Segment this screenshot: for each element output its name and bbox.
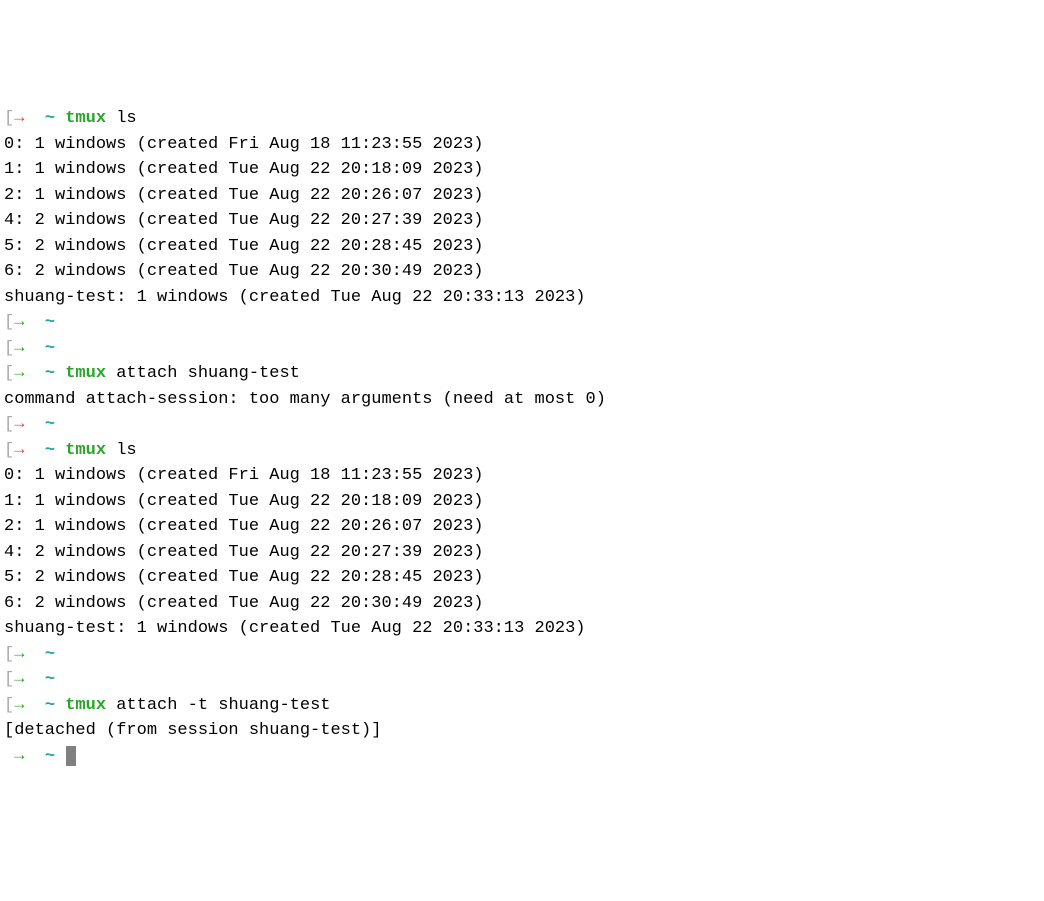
output-line: 6: 2 windows (created Tue Aug 22 20:30:4…: [0, 259, 1044, 285]
prompt-arrow-icon: →: [14, 670, 24, 689]
prompt-bracket: [: [4, 313, 14, 332]
command-name: tmux: [65, 441, 106, 460]
prompt-line: [→ ~ tmux attach -t shuang-test: [0, 693, 1044, 719]
prompt-dir: ~: [45, 415, 55, 434]
output-line: 0: 1 windows (created Fri Aug 18 11:23:5…: [0, 463, 1044, 489]
prompt-line[interactable]: → ~: [0, 744, 1044, 770]
prompt-arrow-icon: →: [14, 441, 24, 460]
prompt-dir: ~: [45, 645, 55, 664]
prompt-dir: ~: [45, 313, 55, 332]
prompt-dir: ~: [45, 747, 55, 766]
output-line: [detached (from session shuang-test)]: [0, 718, 1044, 744]
command-args: ls: [106, 109, 137, 128]
terminal-output[interactable]: [→ ~ tmux ls0: 1 windows (created Fri Au…: [0, 106, 1044, 769]
output-line: 2: 1 windows (created Tue Aug 22 20:26:0…: [0, 514, 1044, 540]
command-args: attach -t shuang-test: [106, 696, 330, 715]
prompt-arrow-icon: →: [14, 109, 24, 128]
prompt-bracket: [: [4, 364, 14, 383]
prompt-bracket: [: [4, 696, 14, 715]
output-line: 5: 2 windows (created Tue Aug 22 20:28:4…: [0, 565, 1044, 591]
command-name: tmux: [65, 364, 106, 383]
prompt-arrow-icon: →: [14, 696, 24, 715]
prompt-line: [→ ~: [0, 310, 1044, 336]
output-line: command attach-session: too many argumen…: [0, 387, 1044, 413]
output-line: 1: 1 windows (created Tue Aug 22 20:18:0…: [0, 157, 1044, 183]
output-line: shuang-test: 1 windows (created Tue Aug …: [0, 285, 1044, 311]
prompt-dir: ~: [45, 109, 55, 128]
prompt-arrow-icon: →: [14, 645, 24, 664]
prompt-bracket: [: [4, 645, 14, 664]
cursor-icon: [66, 746, 76, 766]
prompt-line: [→ ~: [0, 412, 1044, 438]
prompt-bracket: [: [4, 109, 14, 128]
output-line: 4: 2 windows (created Tue Aug 22 20:27:3…: [0, 540, 1044, 566]
prompt-bracket: [: [4, 415, 14, 434]
prompt-dir: ~: [45, 441, 55, 460]
prompt-dir: ~: [45, 339, 55, 358]
output-line: 4: 2 windows (created Tue Aug 22 20:27:3…: [0, 208, 1044, 234]
prompt-dir: ~: [45, 696, 55, 715]
prompt-bracket: [: [4, 670, 14, 689]
prompt-line: [→ ~: [0, 667, 1044, 693]
command-args: ls: [106, 441, 137, 460]
command-name: tmux: [65, 109, 106, 128]
prompt-arrow-icon: →: [14, 747, 24, 766]
output-line: 2: 1 windows (created Tue Aug 22 20:26:0…: [0, 183, 1044, 209]
command-args: attach shuang-test: [106, 364, 300, 383]
prompt-line: [→ ~ tmux ls: [0, 438, 1044, 464]
prompt-arrow-icon: →: [14, 313, 24, 332]
output-line: 5: 2 windows (created Tue Aug 22 20:28:4…: [0, 234, 1044, 260]
output-line: 6: 2 windows (created Tue Aug 22 20:30:4…: [0, 591, 1044, 617]
command-name: tmux: [65, 696, 106, 715]
prompt-line: [→ ~: [0, 642, 1044, 668]
output-line: 1: 1 windows (created Tue Aug 22 20:18:0…: [0, 489, 1044, 515]
prompt-dir: ~: [45, 364, 55, 383]
prompt-arrow-icon: →: [14, 364, 24, 383]
prompt-line: [→ ~ tmux ls: [0, 106, 1044, 132]
prompt-arrow-icon: →: [14, 339, 24, 358]
prompt-line: [→ ~ tmux attach shuang-test: [0, 361, 1044, 387]
output-line: shuang-test: 1 windows (created Tue Aug …: [0, 616, 1044, 642]
prompt-bracket: [: [4, 339, 14, 358]
prompt-dir: ~: [45, 670, 55, 689]
prompt-bracket: [: [4, 441, 14, 460]
prompt-arrow-icon: →: [14, 415, 24, 434]
prompt-line: [→ ~: [0, 336, 1044, 362]
output-line: 0: 1 windows (created Fri Aug 18 11:23:5…: [0, 132, 1044, 158]
